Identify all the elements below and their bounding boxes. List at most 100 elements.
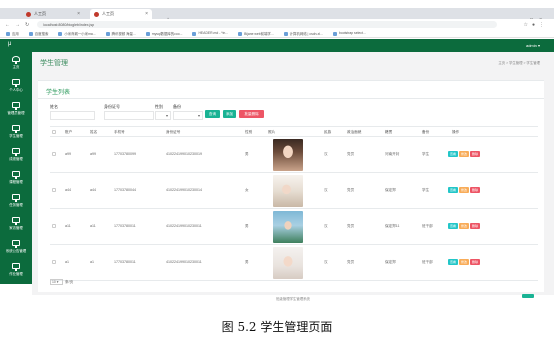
cell-origin: 保定郑	[385, 260, 396, 264]
view-button[interactable]: 查看	[448, 259, 459, 265]
page-favicon-icon	[94, 11, 99, 17]
cell-name: a44	[90, 188, 96, 192]
sidebar-item-courses[interactable]: 课程管理	[0, 169, 32, 191]
bulk-delete-button[interactable]: 批量删除	[239, 110, 264, 118]
sidebar-item-label: 个人中心	[9, 88, 23, 92]
sidebar-item-tasks[interactable]: 任务管理	[0, 192, 32, 214]
back-to-top-button[interactable]	[522, 294, 534, 298]
gender-select[interactable]: ▾	[155, 111, 171, 120]
sidebar-item-homework[interactable]: 作业管理	[0, 261, 32, 283]
user-menu[interactable]: admin ▾	[526, 43, 540, 48]
sidebar-item-announcements[interactable]: 系统公告管理	[0, 238, 32, 260]
name-filter-input[interactable]	[50, 111, 95, 120]
sidebar: 主页 个人中心 管理员管理 学生管理 成绩管理 课程管理 任务管理 家访管理 系…	[0, 52, 32, 284]
delete-button[interactable]: 删除	[470, 223, 481, 229]
row-checkbox[interactable]	[52, 260, 56, 264]
bookmark-item[interactable]: 百度搜索	[28, 31, 48, 37]
browser-tab-1[interactable]: 人工页 ×	[22, 9, 84, 19]
cell-ethnicity: 汉	[324, 188, 328, 192]
sidebar-item-label: 作业管理	[9, 272, 23, 276]
column-header: 账户	[65, 130, 73, 134]
row-actions: 查看 修改 删除	[448, 187, 481, 193]
cell-account: a99	[65, 152, 71, 156]
sidebar-item-grades[interactable]: 成绩管理	[0, 146, 32, 168]
student-photo	[273, 211, 303, 243]
browser-tab-2[interactable]: 人工页 ×	[90, 9, 152, 19]
close-icon[interactable]: ×	[77, 11, 80, 17]
delete-button[interactable]: 删除	[470, 151, 481, 157]
view-button[interactable]: 查看	[448, 223, 459, 229]
close-icon[interactable]: ×	[145, 11, 148, 17]
edit-button[interactable]: 修改	[459, 223, 470, 229]
sidebar-item-students[interactable]: 学生管理	[0, 123, 32, 145]
page-size-select[interactable]: 10 ▾	[50, 279, 63, 285]
cell-name: a99	[90, 152, 96, 156]
back-arrow-icon[interactable]: ←	[5, 22, 10, 28]
bookmark-item[interactable]: 应用	[6, 31, 19, 37]
column-header: 手机号	[114, 130, 125, 134]
bookmark-item[interactable]: 腾讯视频 海量...	[105, 31, 136, 37]
divider	[38, 98, 544, 99]
delete-button[interactable]: 删除	[470, 187, 481, 193]
reload-icon[interactable]: ↻	[25, 22, 29, 28]
row-checkbox[interactable]	[52, 224, 56, 228]
profile-menu-icons[interactable]: ☆●⋮	[523, 22, 548, 28]
sidebar-item-home[interactable]: 主页	[0, 54, 32, 76]
card-title: 学生列表	[46, 90, 71, 96]
edit-button[interactable]: 修改	[459, 187, 470, 193]
edit-button[interactable]: 修改	[459, 259, 470, 265]
bookmark-item[interactable]: Bijane web前端学...	[238, 31, 274, 37]
row-actions: 查看 修改 删除	[448, 151, 481, 157]
row-checkbox[interactable]	[52, 152, 56, 156]
tab-bar: 人工页 × 人工页 × + –□×	[0, 8, 554, 24]
id-filter-input[interactable]	[104, 111, 154, 120]
cell-note: 班干部	[422, 224, 433, 228]
class-select[interactable]: ▾	[173, 111, 203, 120]
sidebar-item-home-visits[interactable]: 家访管理	[0, 215, 32, 237]
table-header: 账户 姓名 手机号 身份证号 性别 照片 民族 政治面貌 籍贯 备份 操作	[50, 126, 538, 137]
view-button[interactable]: 查看	[448, 151, 459, 157]
bookmark-item[interactable]: HEADER.md - *in...	[192, 31, 228, 36]
column-header: 籍贯	[385, 130, 393, 134]
cell-name: a11	[90, 224, 96, 228]
view-button[interactable]: 查看	[448, 187, 459, 193]
cell-note: 班干部	[422, 260, 433, 264]
monitor-icon	[12, 171, 20, 179]
column-header: 姓名	[90, 130, 98, 134]
cell-origin: 保定郑11	[385, 224, 400, 228]
select-all-checkbox[interactable]	[52, 130, 56, 134]
sidebar-item-profile[interactable]: 个人中心	[0, 77, 32, 99]
add-button[interactable]: 添加	[223, 110, 236, 118]
home-icon	[12, 56, 20, 64]
figure-caption: 图 5.2 学生管理页面	[221, 320, 333, 334]
cell-phone: 17703780044	[114, 188, 136, 192]
student-table: 账户 姓名 手机号 身份证号 性别 照片 民族 政治面貌 籍贯 备份 操作 a9…	[50, 126, 538, 281]
row-checkbox[interactable]	[52, 188, 56, 192]
column-header: 操作	[452, 130, 460, 134]
cell-idcard: 410224199010230019	[166, 152, 202, 156]
delete-button[interactable]: 删除	[470, 259, 481, 265]
class-filter-label: 备份	[173, 104, 181, 109]
sidebar-item-label: 课程管理	[9, 180, 23, 184]
bookmark-item[interactable]: mysql数据库的coo...	[145, 31, 182, 37]
bookmark-item[interactable]: 计算机网络 | csdn-xl...	[283, 31, 323, 37]
search-button[interactable]: 查询	[205, 110, 220, 118]
filter-bar: 姓名 身份证号 性别 ▾ 备份 ▾ 查询 添加 批量删除	[38, 102, 544, 122]
bookmark-icon	[28, 32, 33, 37]
bookmark-icon	[192, 31, 197, 36]
monitor-icon	[12, 194, 20, 202]
bookmark-item[interactable]: bootstrap select...	[332, 31, 366, 36]
forward-arrow-icon[interactable]: →	[15, 22, 20, 28]
cell-idcard: 410224199010230011	[166, 260, 202, 264]
table-row: a44 a44 17703780044 410224199010230014 女…	[50, 173, 538, 209]
table-row: a11 a11 17703780011 410224199010230011 男…	[50, 209, 538, 245]
edit-button[interactable]: 修改	[459, 151, 470, 157]
student-photo	[273, 139, 303, 171]
bookmarks-bar: 应用 百度搜索 小米商城一小米ma... 腾讯视频 海量... mysql数据库…	[0, 30, 554, 38]
sidebar-item-admins[interactable]: 管理员管理	[0, 100, 32, 122]
footer-text: 班级管理学生管理系统	[276, 297, 310, 301]
monitor-icon	[12, 263, 20, 271]
cell-origin: 保定郑	[385, 188, 396, 192]
address-bar[interactable]: localhost:8080/biogleb/index.jsp	[37, 21, 498, 28]
bookmark-item[interactable]: 小米商城一小米ma...	[58, 31, 96, 37]
